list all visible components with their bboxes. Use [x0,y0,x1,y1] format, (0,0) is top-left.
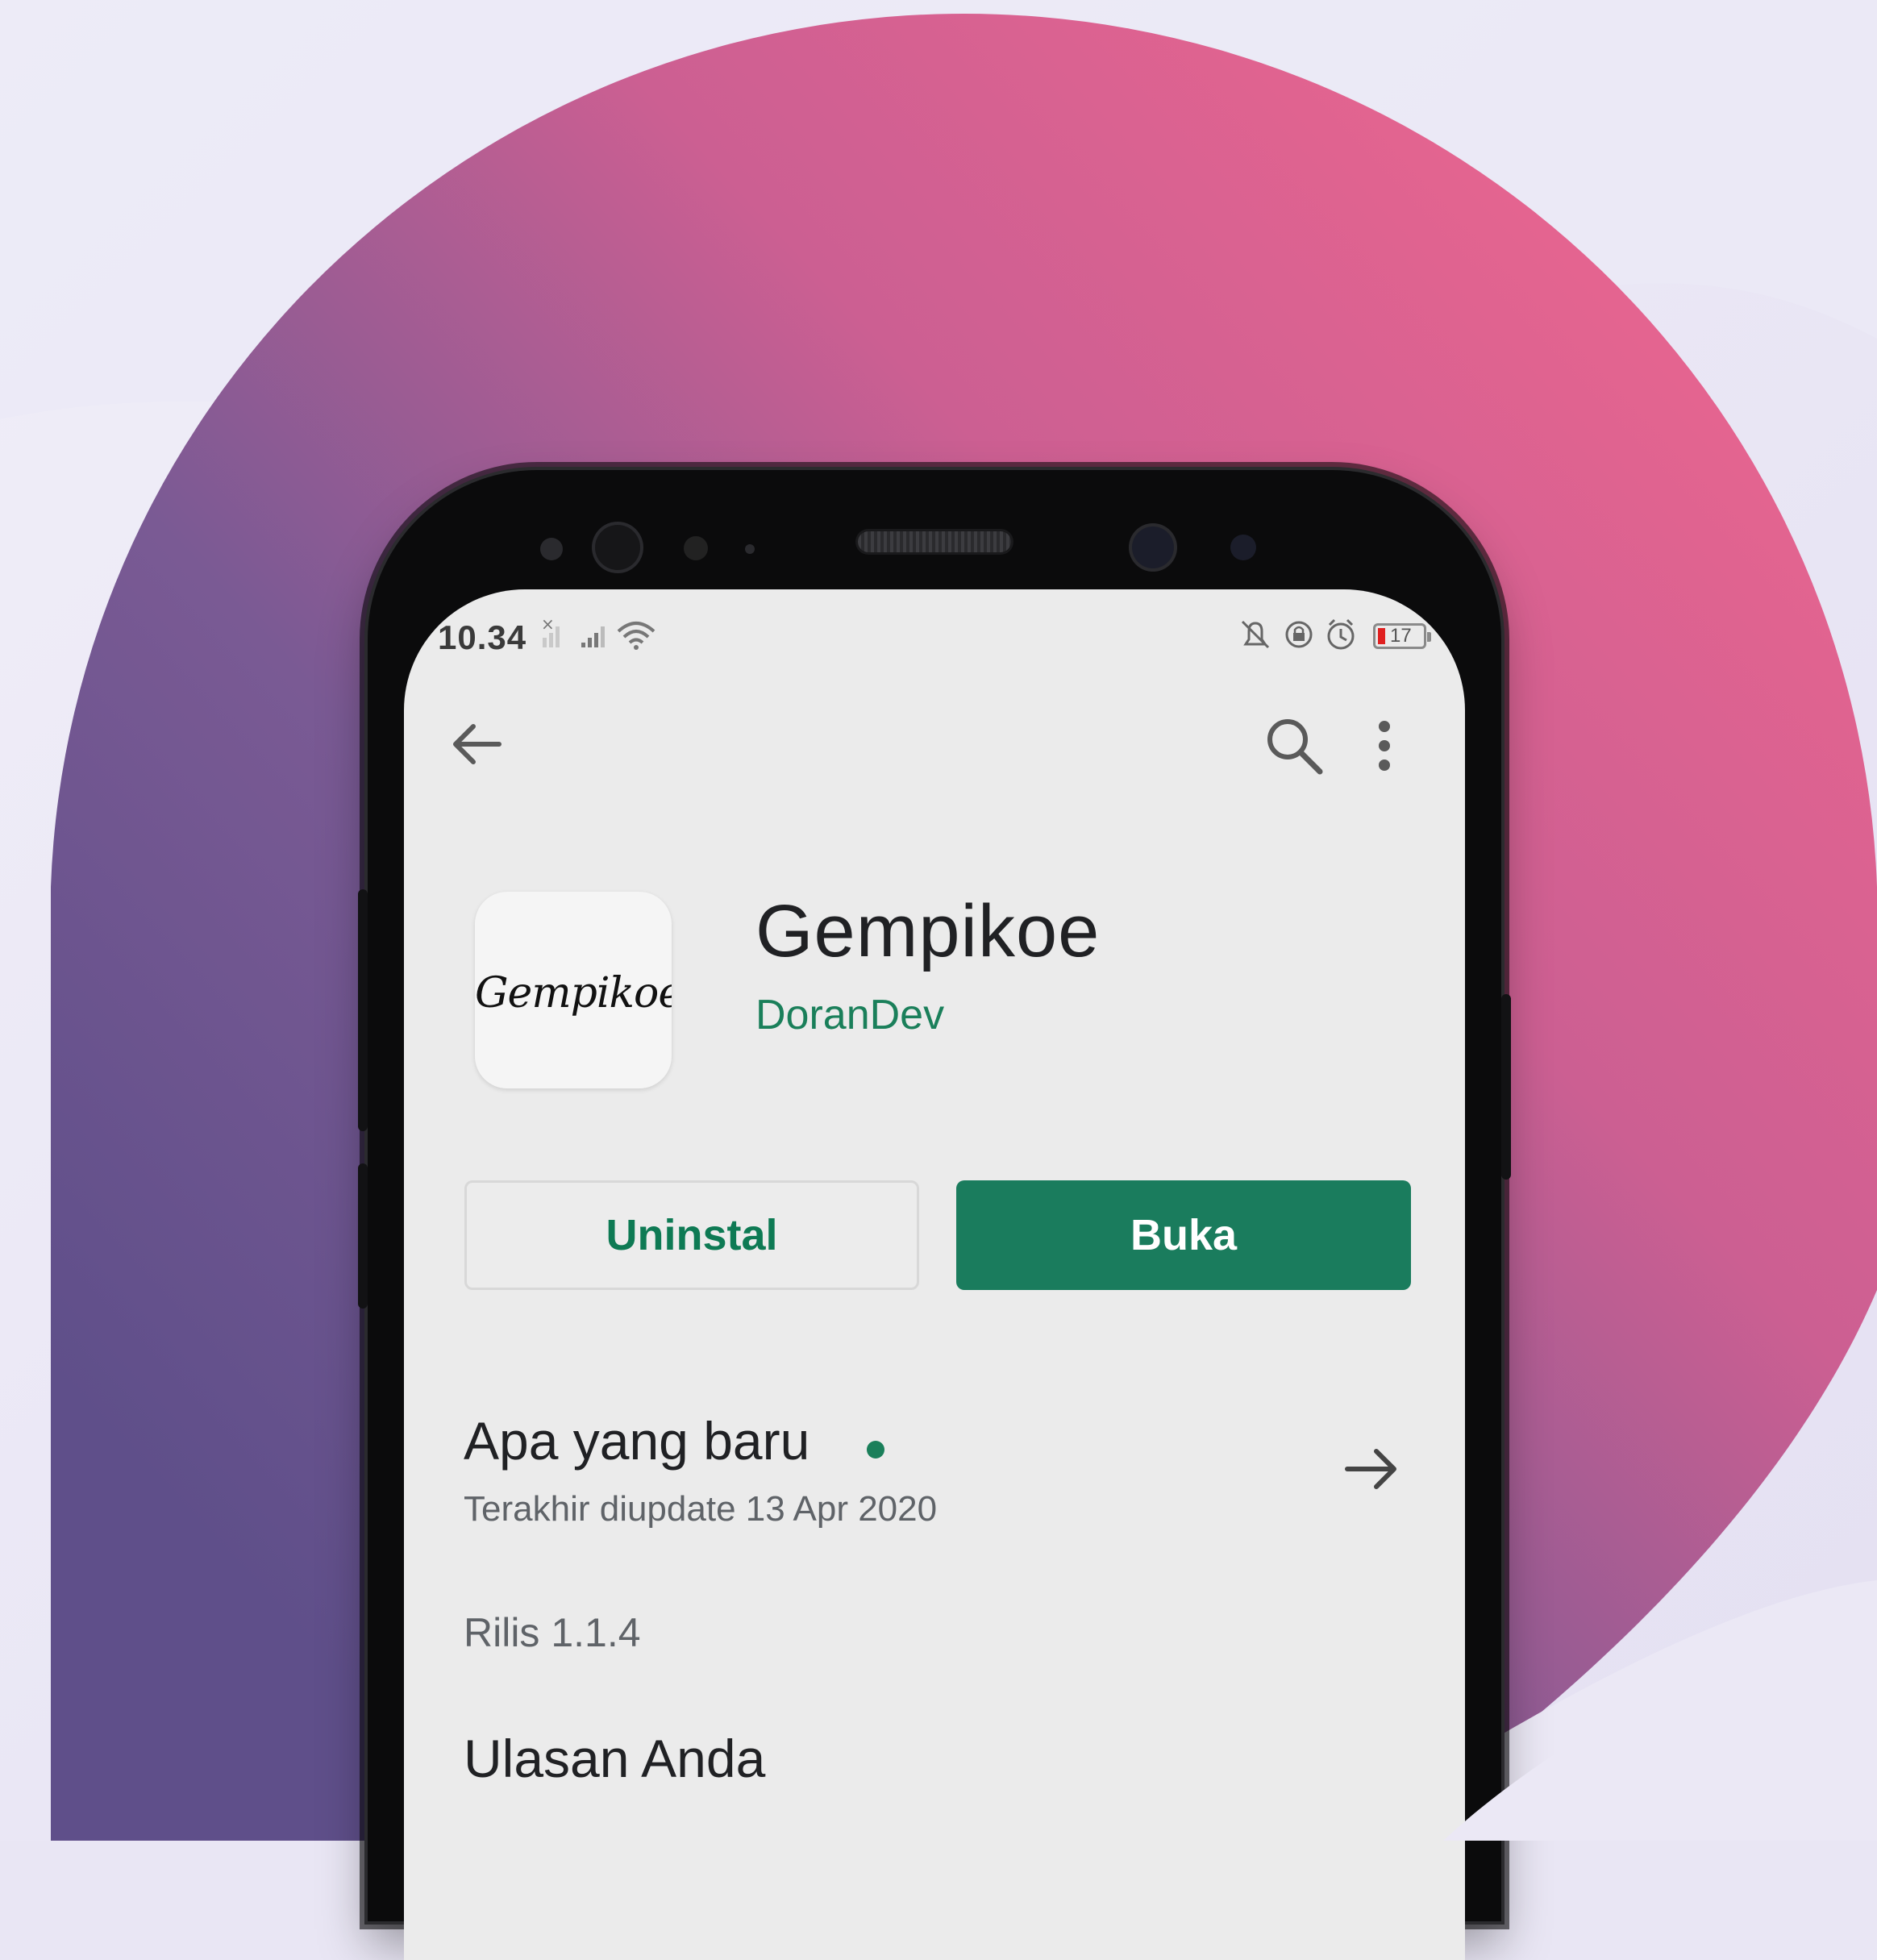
new-indicator-dot [867,1441,884,1459]
phone-screen: 10.34 × 17 Gempikoe Gempikoe DoranDev Un… [404,589,1465,1960]
sensor-dot [684,536,708,560]
whats-new-section[interactable]: Apa yang baru Terakhir diupdate 13 Apr 2… [464,1410,1423,1531]
last-updated-text: Terakhir diupdate 13 Apr 2020 [464,1489,938,1529]
sensor-dot [540,538,563,560]
earpiece-speaker [858,531,1011,552]
status-time: 10.34 [438,618,527,656]
app-title: Gempikoe [755,890,1101,972]
developer-link[interactable]: DoranDev [755,991,944,1039]
whats-new-title: Apa yang baru [464,1411,810,1471]
iris-camera [1132,526,1174,568]
your-review-heading: Ulasan Anda [464,1729,766,1788]
front-camera [595,525,640,570]
battery-indicator: 17 [1373,623,1431,649]
app-icon: Gempikoe [475,892,672,1088]
bixby-button [358,1163,368,1309]
more-vert-icon [1379,721,1390,771]
open-button[interactable]: Buka [956,1180,1411,1290]
iris-sensor [1230,535,1256,560]
power-button [1501,994,1511,1180]
app-icon-logo-text: Gempikoe [475,969,672,1017]
volume-button [358,889,368,1131]
arrow-back-icon [453,724,502,764]
back-button[interactable] [444,712,509,776]
notification-icons [1241,618,1355,650]
release-version: Rilis 1.1.4 [464,1610,641,1655]
led-dot [745,544,755,554]
search-button[interactable] [1260,712,1328,780]
svg-text:×: × [541,617,555,634]
arrow-forward-icon [1345,1449,1396,1489]
signal-wifi-icons: × [541,617,655,650]
more-options-button[interactable] [1368,712,1400,780]
status-bar: 10.34 × 17 [404,589,1465,656]
uninstall-button[interactable]: Uninstal [464,1180,919,1290]
phone-frame: 10.34 × 17 Gempikoe Gempikoe DoranDev Un… [358,470,1511,1960]
battery-level: 17 [1390,625,1412,647]
search-icon [1267,719,1323,775]
